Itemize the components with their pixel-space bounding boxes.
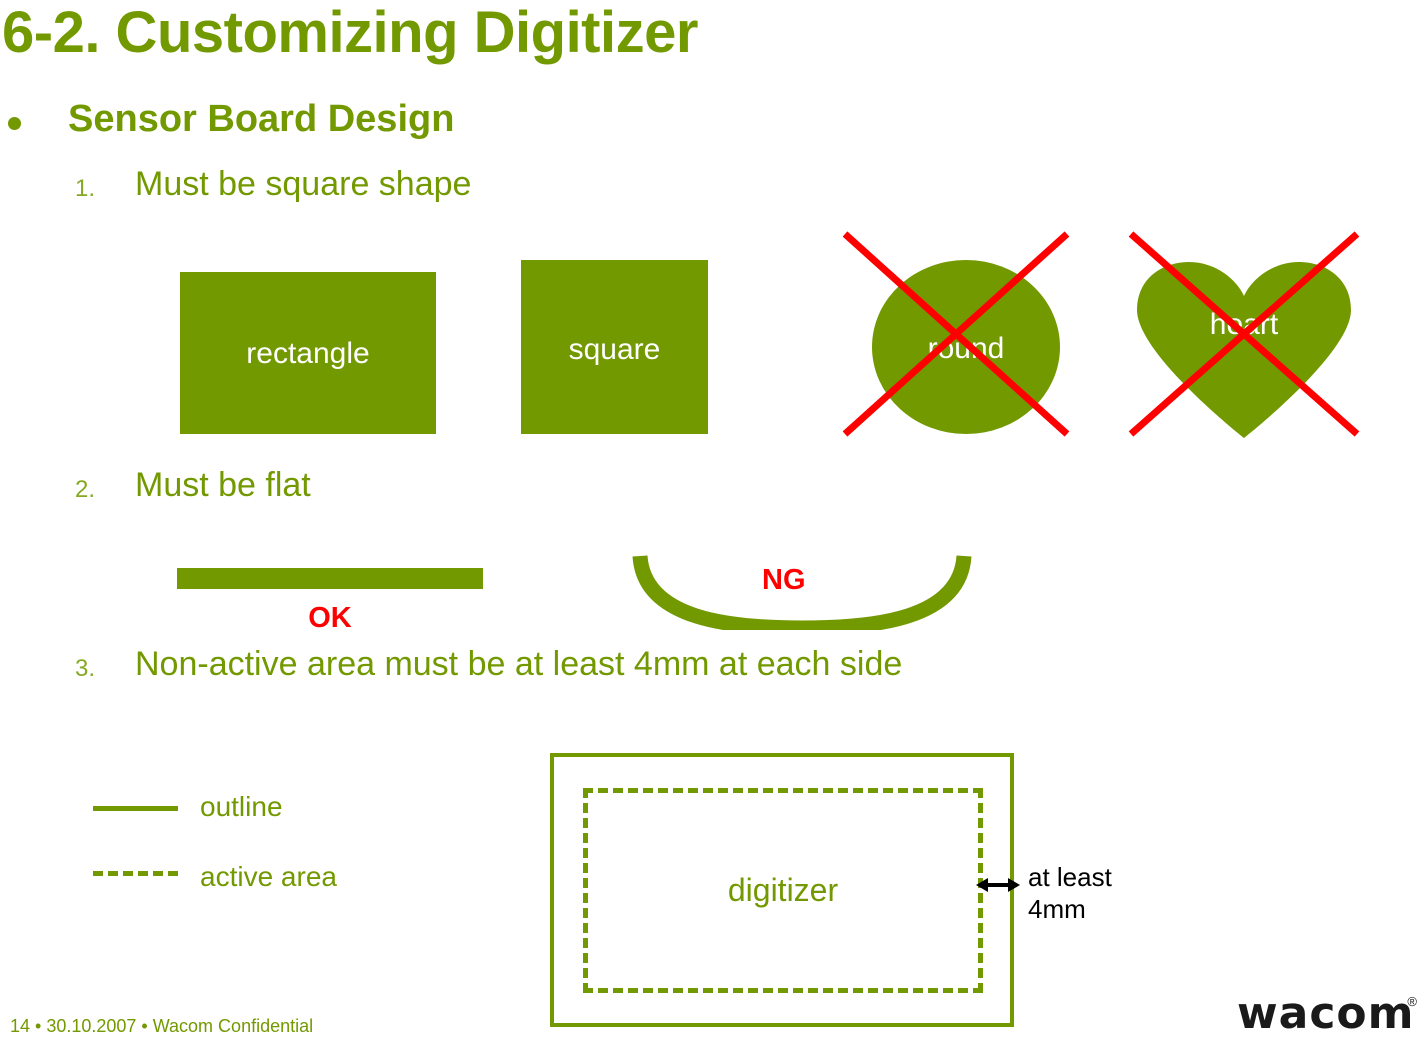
bullet-dot-icon [8, 117, 21, 130]
shape-rectangle-label: rectangle [246, 337, 370, 370]
margin-double-arrow-icon [976, 878, 1020, 892]
bullet-sensor-board-design: Sensor Board Design [0, 98, 900, 148]
list-item-number: 3. [75, 655, 96, 682]
list-item-3: 3. Non-active area must be at least 4mm … [75, 645, 1175, 691]
margin-annotation-line1: at least [1028, 862, 1112, 892]
list-item-1: 1. Must be square shape [75, 165, 775, 211]
slide-canvas: 6-2. Customizing Digitizer Sensor Board … [0, 0, 1427, 1041]
list-item-number: 2. [75, 476, 96, 503]
shape-round-label: round [927, 332, 1005, 365]
wacom-wordmark: wacom [1237, 988, 1415, 1039]
registered-trademark-icon: ® [1407, 994, 1417, 1009]
flat-board-bar [177, 568, 483, 589]
list-item-number: 1. [75, 175, 96, 202]
footer-text: 14 • 30.10.2007 • Wacom Confidential [10, 1016, 314, 1036]
legend-outline-label: outline [200, 791, 283, 822]
legend-active-area-label: active area [200, 861, 337, 892]
digitizer-label: digitizer [727, 872, 839, 908]
legend-outline-swatch [93, 806, 178, 811]
ng-annotation: NG [762, 564, 806, 596]
legend-active-area-swatch [93, 871, 178, 876]
shape-heart-label: heart [1209, 308, 1279, 341]
list-item-text: Must be square shape [135, 165, 472, 203]
list-item-2: 2. Must be flat [75, 466, 775, 512]
wacom-logo: wacom ® [1237, 992, 1417, 1036]
list-item-text: Must be flat [135, 466, 311, 504]
margin-annotation: at least 4mm [1028, 861, 1112, 925]
page-title: 6-2. Customizing Digitizer [2, 0, 698, 65]
shape-square-label: square [568, 333, 661, 366]
list-item-text: Non-active area must be at least 4mm at … [135, 645, 903, 683]
margin-annotation-line2: 4mm [1028, 894, 1086, 925]
shape-heart [1137, 262, 1351, 438]
ok-annotation: OK [308, 602, 352, 634]
bullet-label: Sensor Board Design [68, 98, 455, 140]
